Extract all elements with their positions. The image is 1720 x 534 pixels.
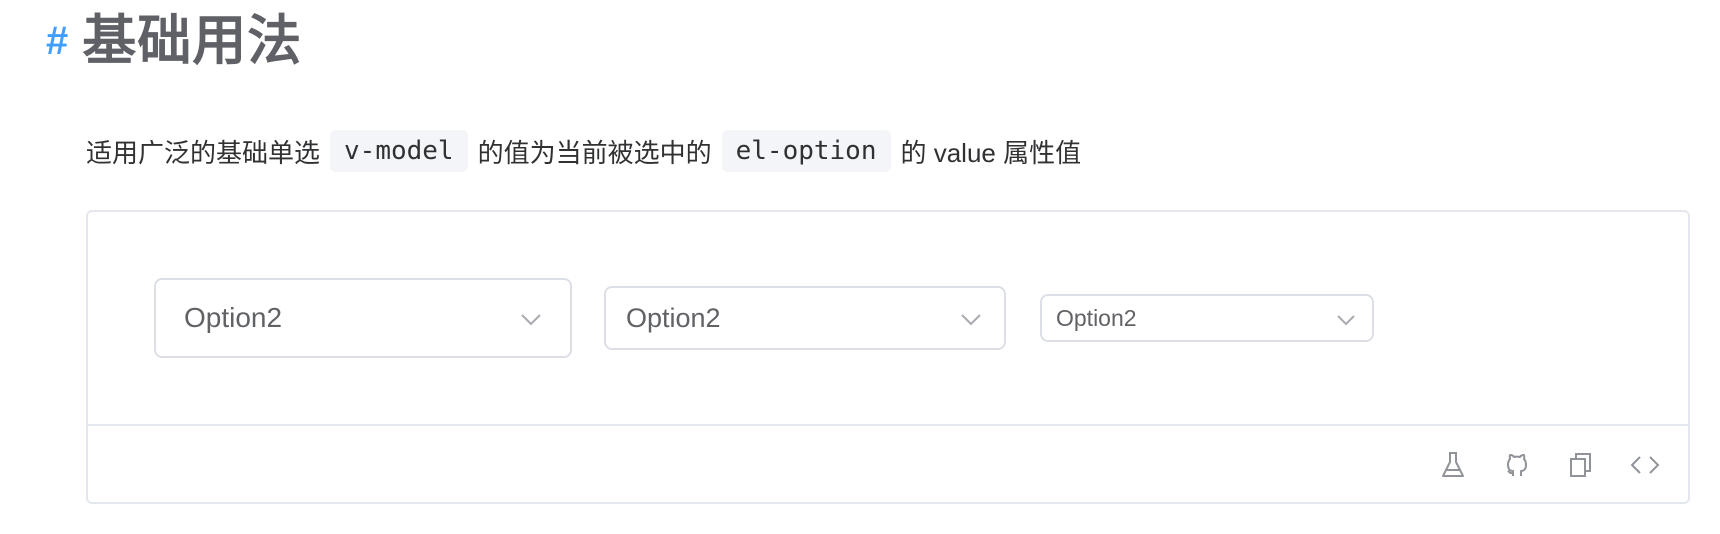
page-title: 基础用法 xyxy=(82,11,303,71)
chevron-down-icon xyxy=(520,302,542,334)
select-value: Option2 xyxy=(1056,304,1137,331)
select-small[interactable]: Option2 xyxy=(1040,294,1374,342)
chevron-down-icon xyxy=(1336,305,1356,332)
heading-anchor-link[interactable]: # xyxy=(46,21,68,61)
description-text-middle: 的值为当前被选中的 xyxy=(477,137,712,168)
code-v-model: v-model xyxy=(330,130,468,172)
github-icon[interactable] xyxy=(1500,448,1534,482)
section-heading: # 基础用法 xyxy=(46,14,302,68)
demo-preview: Option2 Option2 Option2 xyxy=(88,212,1688,426)
code-icon[interactable] xyxy=(1628,448,1662,482)
flask-icon[interactable] xyxy=(1436,448,1470,482)
select-default[interactable]: Option2 xyxy=(604,286,1006,350)
code-el-option: el-option xyxy=(721,130,891,172)
demo-block: Option2 Option2 Option2 xyxy=(86,210,1690,504)
chevron-down-icon xyxy=(960,303,982,334)
description-text-before: 适用广泛的基础单选 xyxy=(86,137,321,168)
select-value: Option2 xyxy=(184,302,283,333)
select-large[interactable]: Option2 xyxy=(154,278,572,358)
copy-icon[interactable] xyxy=(1564,448,1598,482)
demo-toolbar xyxy=(88,426,1688,504)
description: 适用广泛的基础单选 v-model 的值为当前被选中的 el-option 的 … xyxy=(86,130,1081,172)
select-value: Option2 xyxy=(626,302,721,333)
description-text-after: 的 value 属性值 xyxy=(900,137,1082,168)
